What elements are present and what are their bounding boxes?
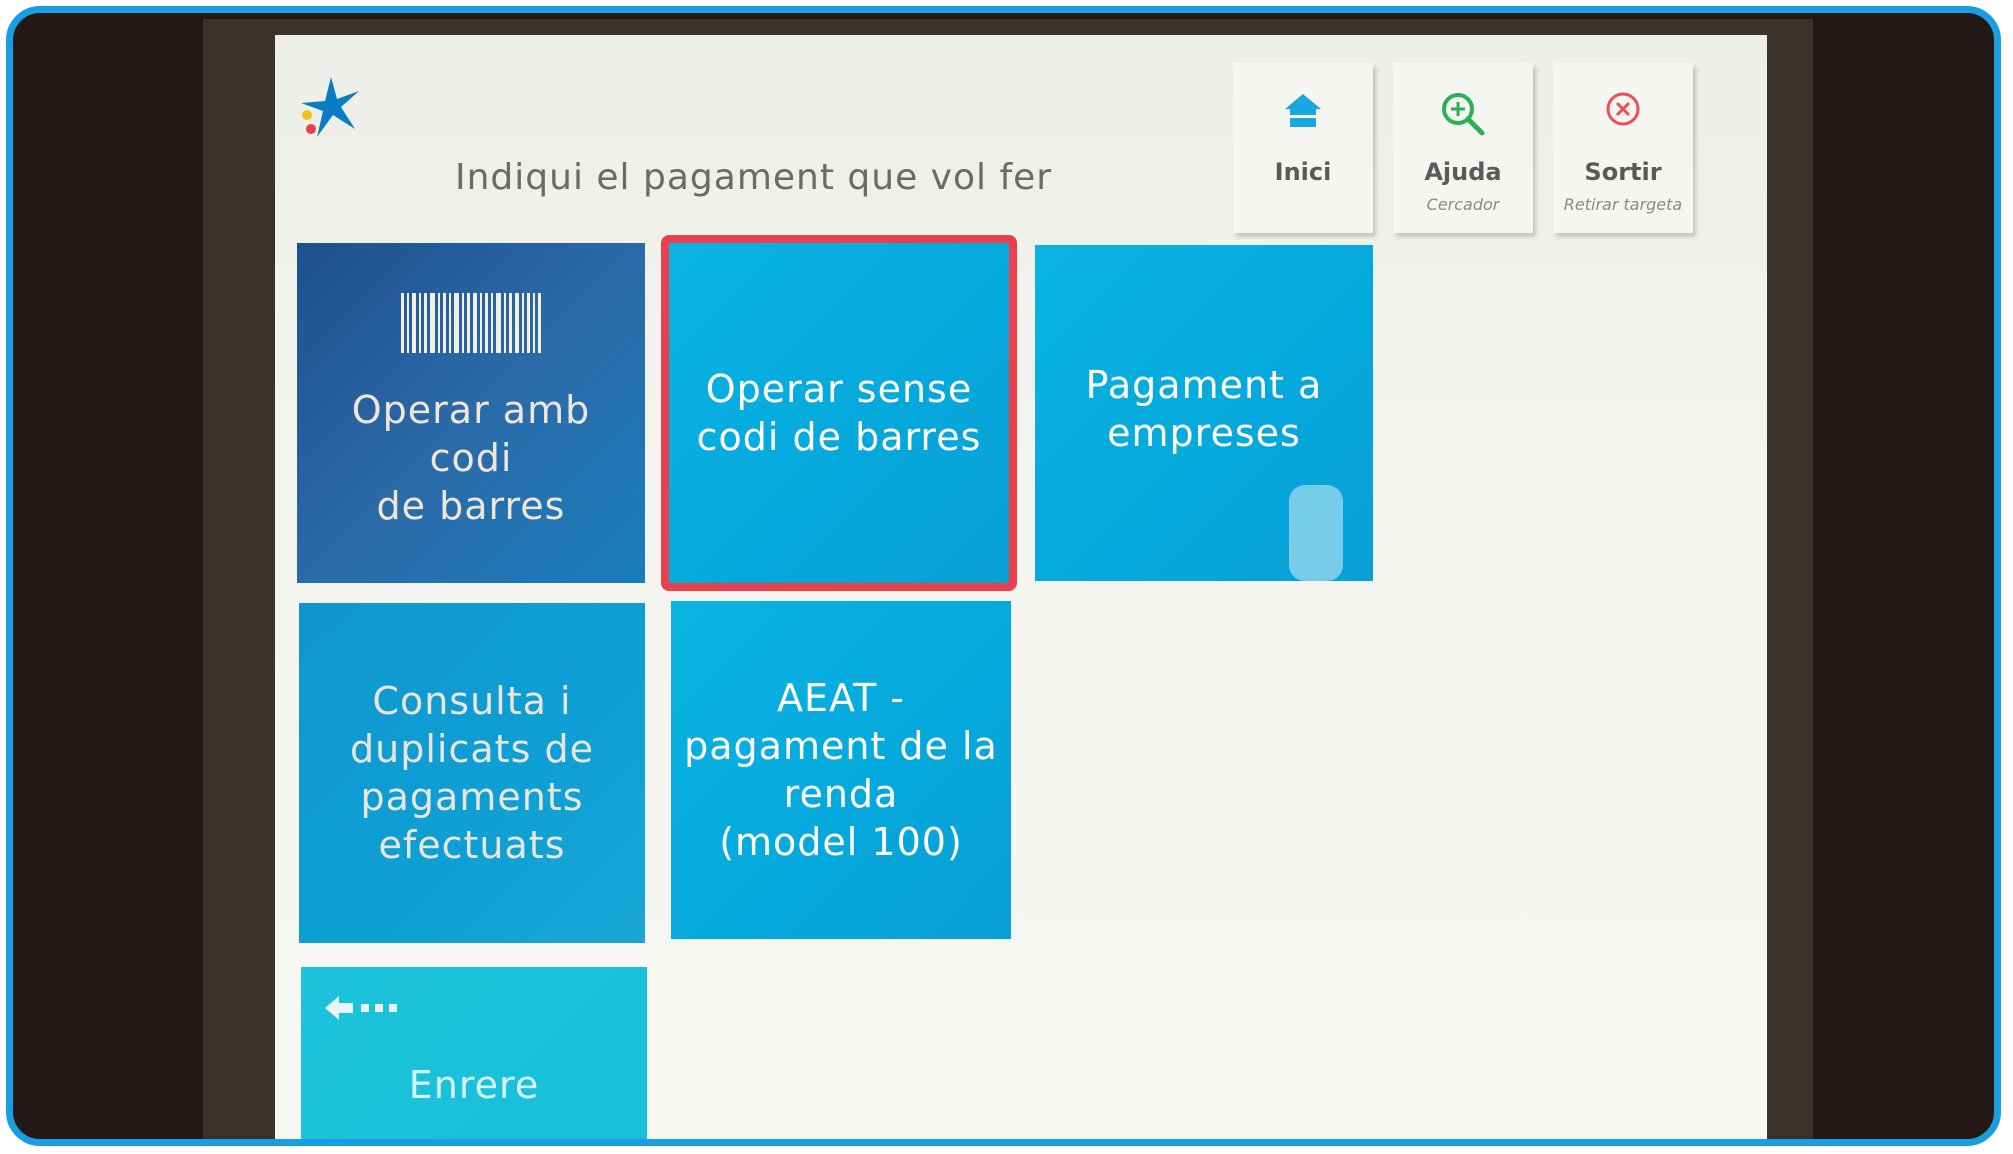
back-button-label: Enrere	[408, 1063, 540, 1107]
highlight-box	[661, 235, 1017, 591]
tile-operate-with-barcode-label: Operar amb codi de barres	[351, 388, 591, 528]
bank-star-logo-icon	[301, 77, 359, 137]
help-button[interactable]: Ajuda Cercador	[1393, 63, 1533, 233]
exit-button-label: Sortir	[1584, 158, 1662, 186]
tile-payment-to-companies-label: Pagament a empreses	[1085, 363, 1323, 455]
exit-button-sublabel: Retirar targeta	[1563, 195, 1683, 214]
atm-screen: Indiqui el pagament que vol fer Inici Aj…	[275, 35, 1767, 1139]
tile-operate-with-barcode[interactable]: Operar amb codi de barres	[297, 243, 645, 583]
help-button-sublabel: Cercador	[1426, 195, 1500, 214]
close-circle-icon	[1606, 92, 1640, 126]
page-title: Indiqui el pagament que vol fer	[455, 157, 1053, 198]
magnifier-plus-icon	[1442, 93, 1485, 136]
tile-query-duplicates[interactable]: Consulta i duplicats de pagaments efectu…	[299, 603, 645, 943]
tile-query-duplicates-label: Consulta i duplicats de pagaments efectu…	[350, 679, 594, 867]
exit-button[interactable]: Sortir Retirar targeta	[1553, 63, 1693, 233]
arrow-left-icon	[325, 996, 397, 1020]
home-button[interactable]: Inici	[1233, 63, 1373, 233]
barcode-icon	[401, 293, 541, 353]
back-button[interactable]: Enrere	[301, 967, 647, 1139]
home-button-label: Inici	[1274, 158, 1332, 186]
tile-payment-to-companies[interactable]: Pagament a empreses	[1035, 245, 1373, 581]
tile-aeat-income-tax[interactable]: AEAT - pagament de la renda (model 100)	[671, 601, 1011, 939]
tile-aeat-income-tax-label: AEAT - pagament de la renda (model 100)	[684, 676, 998, 864]
home-icon	[1285, 94, 1321, 127]
help-button-label: Ajuda	[1424, 158, 1502, 186]
photo-frame: Indiqui el pagament que vol fer Inici Aj…	[6, 6, 2001, 1146]
screen-glare	[1289, 485, 1343, 581]
